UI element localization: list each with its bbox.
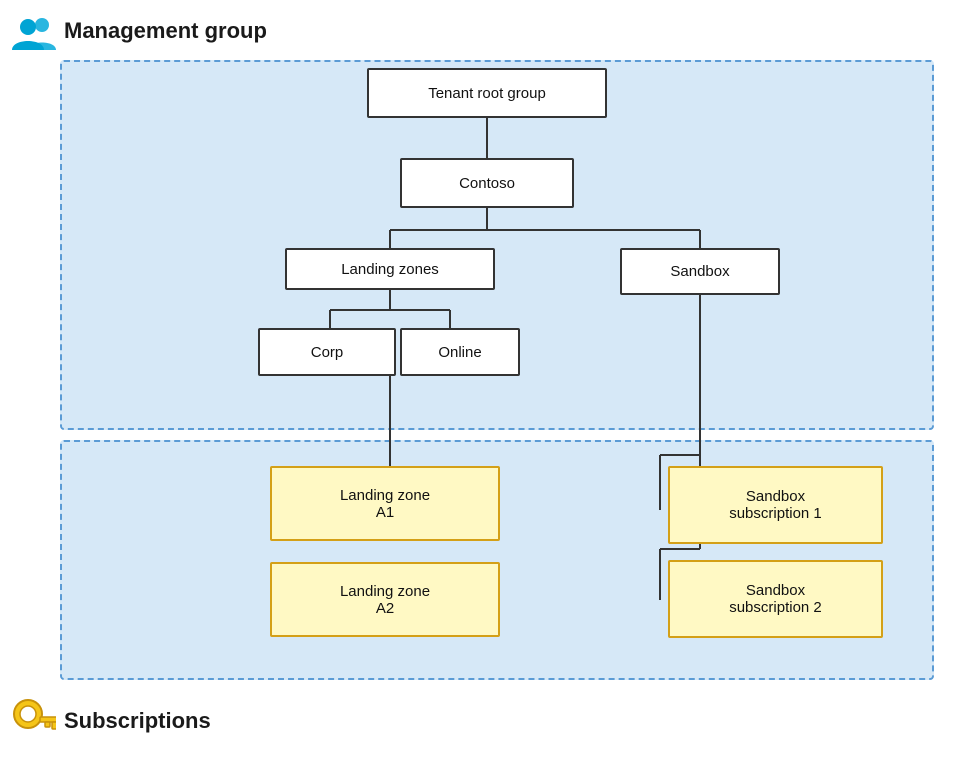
tenant-root-node: Tenant root group (367, 68, 607, 118)
corp-node: Corp (258, 328, 396, 376)
sandbox-sub1-node: Sandbox subscription 1 (668, 466, 883, 544)
landing-zones-node: Landing zones (285, 248, 495, 290)
landing-zone-a1-node: Landing zone A1 (270, 466, 500, 541)
sandbox-node: Sandbox (620, 248, 780, 295)
management-group-label: Management group (64, 18, 267, 44)
sandbox-sub2-node: Sandbox subscription 2 (668, 560, 883, 638)
key-icon (12, 698, 56, 744)
subscriptions-label: Subscriptions (64, 708, 211, 734)
subscriptions-footer: Subscriptions (12, 698, 211, 744)
users-icon (12, 12, 56, 50)
landing-zone-a2-node: Landing zone A2 (270, 562, 500, 637)
contoso-node: Contoso (400, 158, 574, 208)
online-node: Online (400, 328, 520, 376)
diagram-container: Management group Tenant root group (0, 0, 974, 758)
management-group-header: Management group (12, 12, 267, 50)
